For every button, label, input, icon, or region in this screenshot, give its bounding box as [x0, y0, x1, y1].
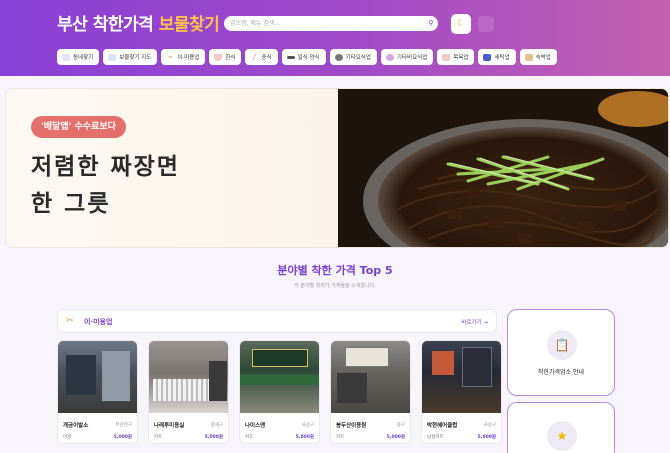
category-label: 이·미용업	[177, 55, 200, 61]
store-price: 5,000원	[113, 435, 132, 440]
store-card[interactable]: 박현헤어클럽 사상구 남성커트 5,000원	[421, 340, 502, 444]
panel-label: 이·미용업	[84, 318, 113, 326]
category-beauty[interactable]: ✂ 이·미용업	[161, 49, 206, 65]
hero-title-line2: 한 그릇	[31, 191, 111, 217]
store-area: 중세구	[210, 423, 223, 428]
store-name: 나래투미용실	[154, 423, 185, 429]
store-item: 커트	[154, 435, 163, 440]
category-label: 숙박업	[535, 55, 551, 61]
shop-icon	[385, 53, 394, 61]
search-input[interactable]	[224, 16, 438, 31]
search-icon[interactable]: ⚲	[425, 17, 437, 29]
logo-main-text: 부산 착한가격	[57, 15, 154, 35]
map-icon	[62, 53, 70, 61]
store-item: 커트	[245, 435, 254, 440]
store-name: 박현헤어클럽	[427, 423, 458, 429]
store-card[interactable]: 나이스맨 사상구 커트 5,000원	[239, 340, 320, 444]
store-photo	[149, 341, 228, 413]
store-photo	[331, 341, 410, 413]
store-area: 중구	[396, 423, 405, 428]
store-photo	[58, 341, 137, 413]
category-other-food[interactable]: 기타요식업	[329, 49, 377, 65]
store-card[interactable]: 나래투미용실 중세구 커트 5,000원	[148, 340, 229, 444]
guide-card-label: 착한가격업소 안내	[537, 369, 585, 376]
store-area: 사상구	[301, 423, 314, 428]
category-label: 한식	[225, 55, 236, 61]
guide-card[interactable]: 📋 착한가격업소 안내	[507, 309, 615, 396]
store-price: 5,000원	[295, 435, 314, 440]
category-bath[interactable]: 목욕업	[437, 49, 475, 65]
section-title: 분야별 착한 가격 Top 5	[277, 264, 393, 277]
category-label: 기타요식업	[345, 55, 371, 61]
store-price: 5,000원	[477, 435, 496, 440]
treasure-map-icon	[108, 53, 117, 61]
store-price: 5,000원	[204, 435, 223, 440]
menu-button[interactable]	[478, 16, 494, 32]
header: 부산 착한가격 보물찾기 ⚲ ☾ 동네찾기 보물찾기 지도 ✂ 이·미용업 한식 …	[0, 0, 670, 76]
category-map[interactable]: 동네찾기	[57, 49, 100, 65]
category-lodging[interactable]: 숙박업	[519, 49, 557, 65]
category-korean[interactable]: 한식	[209, 49, 242, 65]
store-area: 부산진구	[115, 423, 132, 428]
category-label: 세탁업	[494, 55, 510, 61]
store-area: 사상구	[483, 423, 496, 428]
scissors-icon: ✂	[167, 53, 173, 61]
category-label: 보물찾기 지도	[119, 55, 152, 61]
star-icon: ★	[547, 421, 577, 451]
section-subtitle: 각 분야별 최저가 가게들을 소개합니다.	[294, 283, 376, 289]
store-card[interactable]: 봉두산이용원 중구 커트 5,000원	[330, 340, 411, 444]
clipboard-icon: 📋	[547, 330, 577, 360]
category-treasure-map[interactable]: 보물찾기 지도	[103, 49, 158, 65]
store-photo	[240, 341, 319, 413]
site-logo[interactable]: 부산 착한가격 보물찾기	[57, 10, 220, 35]
store-item: 이발	[63, 435, 72, 440]
rice-bowl-icon	[214, 53, 223, 61]
store-card-list: 개금이발소 부산진구 이발 5,000원 나래투미용실 중세구 커트 5,000…	[57, 340, 502, 444]
category-label: 중식	[261, 55, 272, 61]
category-label: 일식·양식	[297, 55, 320, 61]
category-other-nonfood[interactable]: 기타비요식업	[380, 49, 434, 65]
moon-icon[interactable]: ☾	[451, 14, 471, 34]
store-price: 5,000원	[386, 435, 405, 440]
logo-accent-text: 보물찾기	[158, 15, 220, 35]
store-item: 커트	[336, 435, 345, 440]
bed-icon	[524, 53, 533, 61]
store-photo	[422, 341, 501, 413]
hero-title-line1: 저렴한 짜장면	[31, 154, 180, 180]
bath-icon	[442, 53, 451, 61]
category-laundry[interactable]: 세탁업	[478, 49, 516, 65]
category-japanese-western[interactable]: 일식·양식	[281, 49, 326, 65]
store-item: 남성커트	[427, 435, 444, 440]
scissors-icon: ✂	[66, 316, 74, 326]
category-label: 목욕업	[453, 55, 469, 61]
category-chinese[interactable]: ╱ 중식	[245, 49, 278, 65]
store-name: 나이스맨	[245, 423, 266, 429]
store-name: 개금이발소	[63, 423, 89, 429]
chopsticks-icon: ╱	[252, 53, 257, 61]
category-label: 동네찾기	[73, 55, 94, 61]
featured-card[interactable]: ★	[507, 402, 615, 453]
laundry-icon	[483, 53, 492, 61]
hero-banner[interactable]: '배달앱' 수수료보다 저렴한 짜장면 한 그릇	[5, 88, 669, 248]
category-label: 기타비요식업	[396, 55, 428, 61]
plate-icon	[286, 55, 295, 59]
category-nav: 동네찾기 보물찾기 지도 ✂ 이·미용업 한식 ╱ 중식 일식·양식 기타요식업 기…	[57, 49, 557, 65]
hero-jajangmyeon-image	[338, 89, 668, 247]
hero-text-area: '배달앱' 수수료보다 저렴한 짜장면 한 그릇	[6, 89, 338, 247]
store-card[interactable]: 개금이발소 부산진구 이발 5,000원	[57, 340, 138, 444]
view-more-link[interactable]: 바로가기 →	[461, 318, 488, 326]
store-name: 봉두산이용원	[336, 423, 367, 429]
hero-title: 저렴한 짜장면 한 그릇	[31, 149, 180, 223]
category-panel-header: ✂ 이·미용업 바로가기 →	[57, 309, 497, 333]
hero-badge: '배달앱' 수수료보다	[31, 116, 126, 138]
dish-icon	[334, 53, 343, 61]
